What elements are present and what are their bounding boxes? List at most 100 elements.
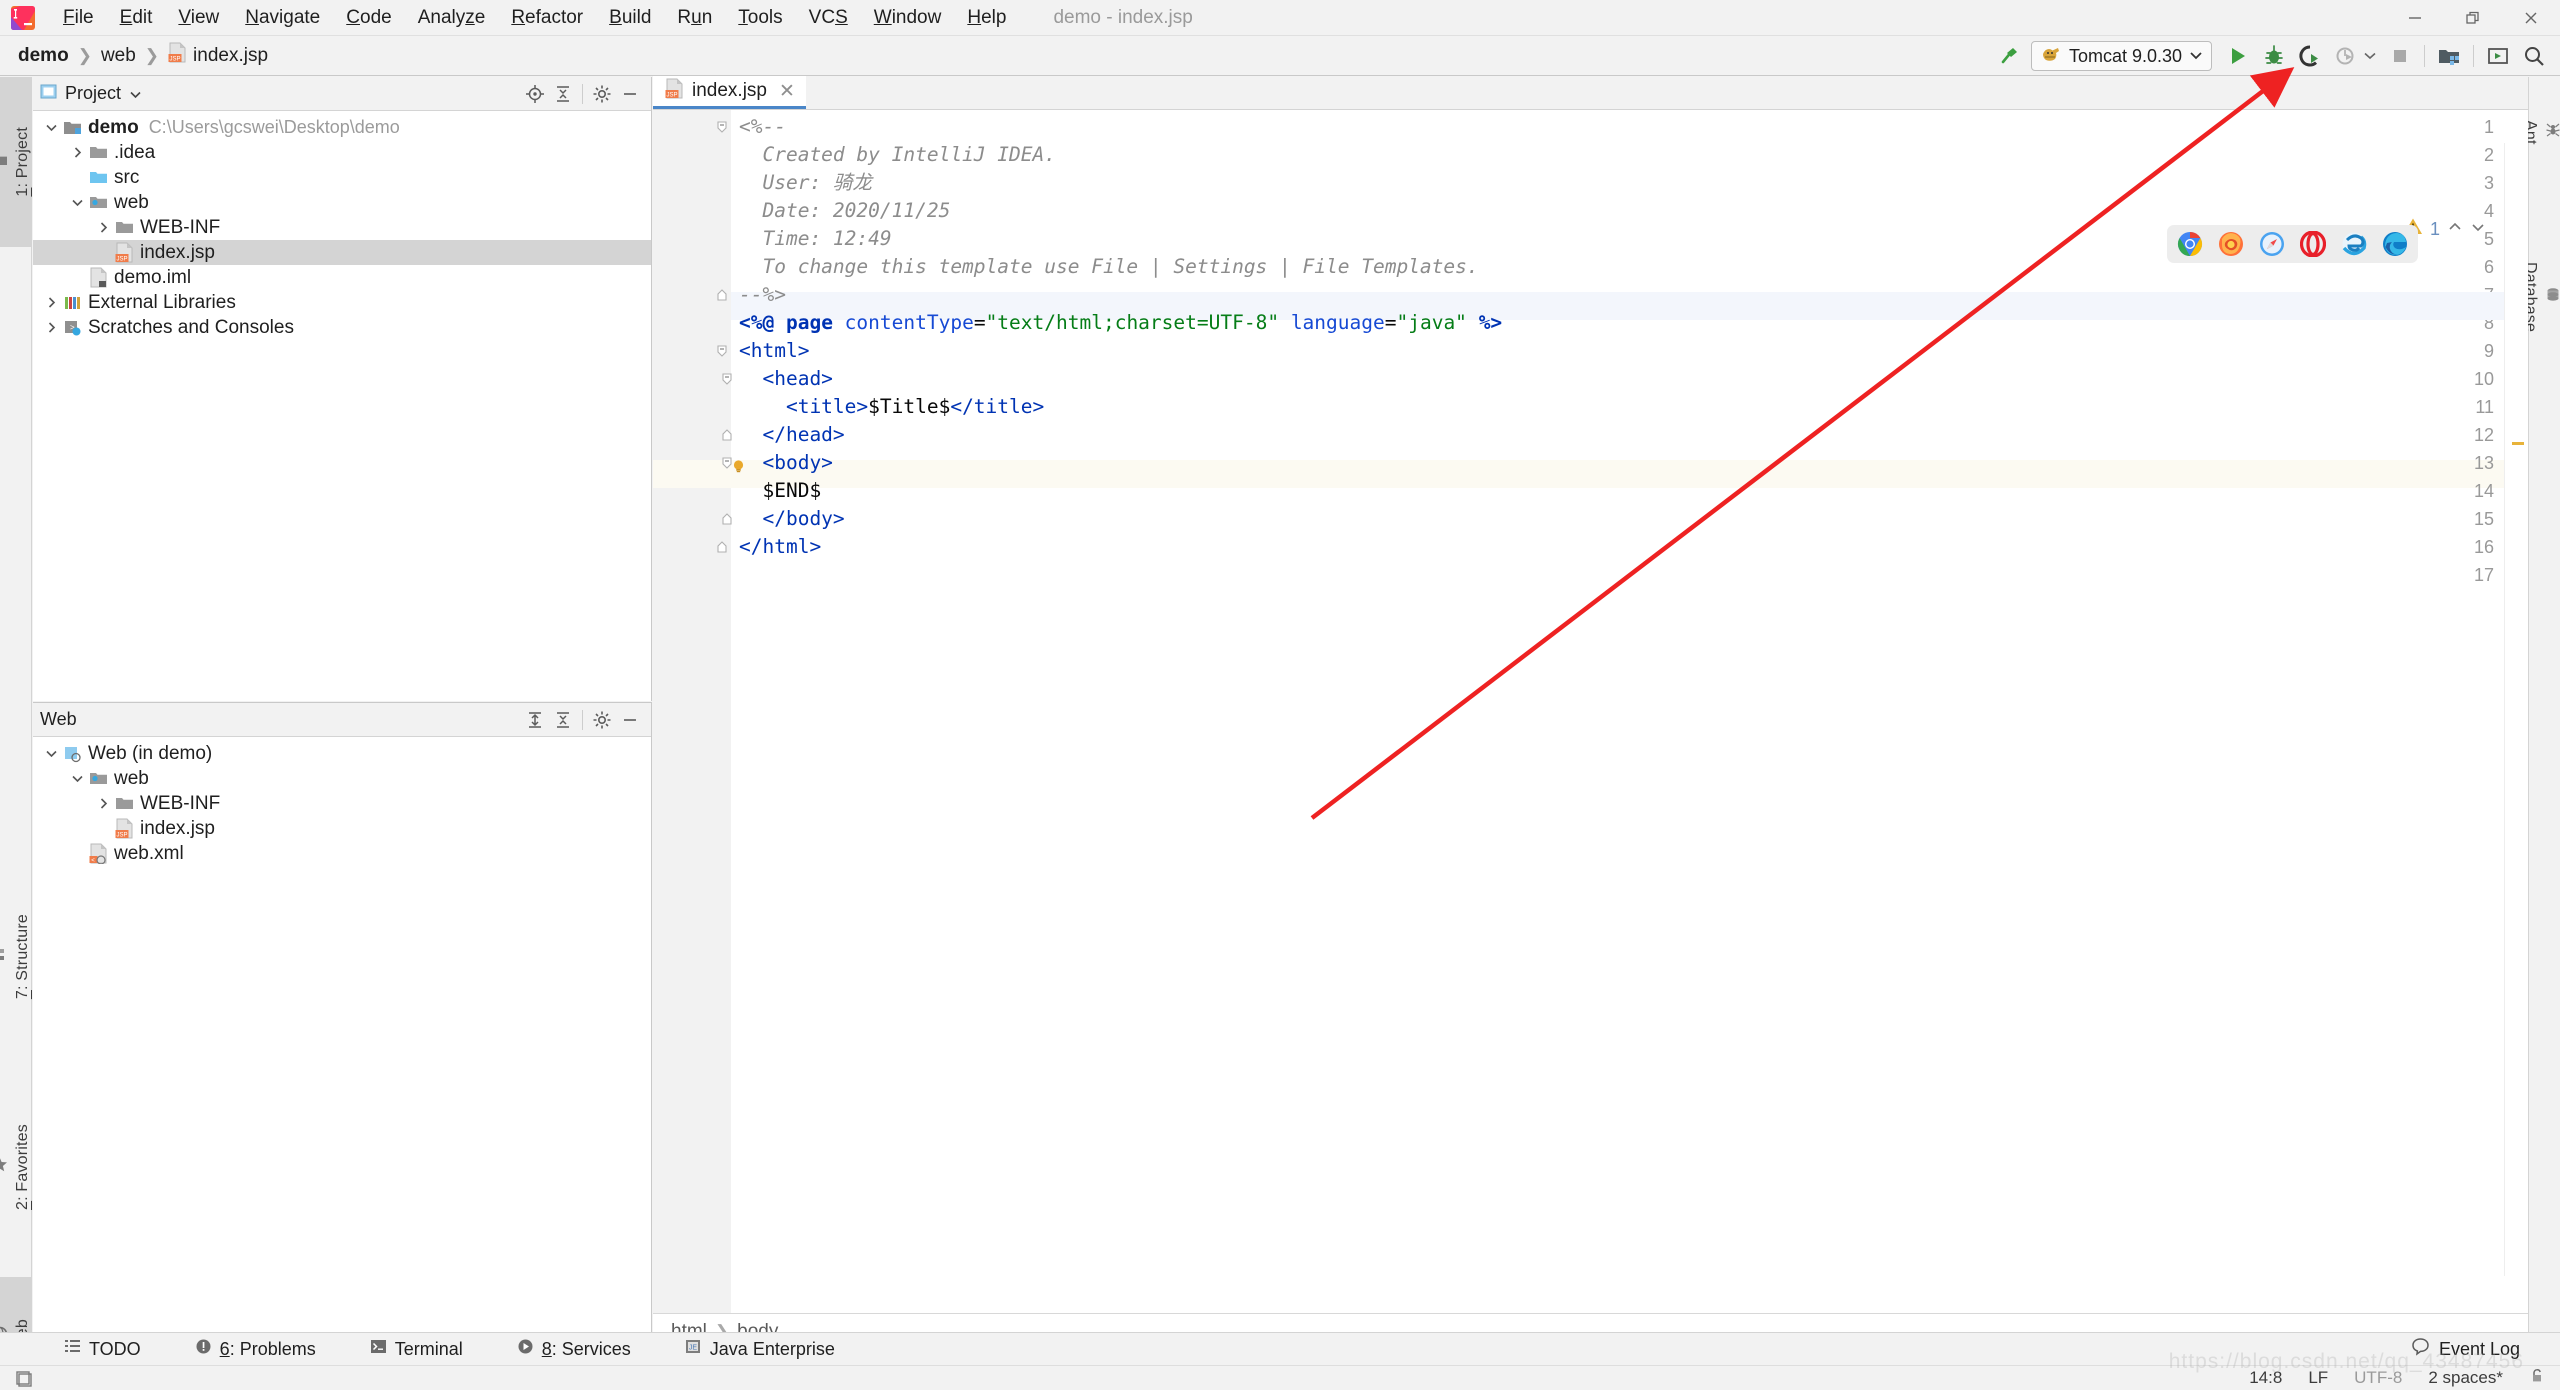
- menu-file[interactable]: FFileile: [50, 3, 107, 33]
- expand-all-button[interactable]: [521, 707, 549, 733]
- tree-row-web-inf[interactable]: WEB-INF: [33, 215, 651, 240]
- hide-panel-button[interactable]: [616, 81, 644, 107]
- profile-button[interactable]: [2328, 39, 2364, 73]
- safari-icon[interactable]: [2259, 231, 2285, 257]
- gear-icon[interactable]: [588, 81, 616, 107]
- chevron-down-icon[interactable]: [41, 749, 61, 758]
- tree-row-web-xml[interactable]: < web.xml: [33, 841, 651, 866]
- update-application-button[interactable]: [2431, 39, 2467, 73]
- chevron-down-icon[interactable]: [67, 198, 87, 207]
- tree-row-idea[interactable]: .idea: [33, 140, 651, 165]
- gear-icon[interactable]: [588, 707, 616, 733]
- tree-row-demo[interactable]: demo C:\Users\gcswei\Desktop\demo: [33, 115, 651, 140]
- tree-row-web-facet[interactable]: Web (in demo): [33, 741, 651, 766]
- run-button[interactable]: [2220, 39, 2256, 73]
- menu-edit[interactable]: Edit: [107, 3, 166, 33]
- sidebar-item-project[interactable]: 1: Project: [0, 77, 32, 247]
- tool-button-terminal[interactable]: Terminal: [356, 1334, 477, 1364]
- tree-row-demo-iml[interactable]: demo.iml: [33, 265, 651, 290]
- close-icon[interactable]: ✕: [779, 80, 795, 103]
- show-tool-windows-button[interactable]: [14, 1369, 33, 1388]
- sidebar-item-database[interactable]: Database: [2522, 207, 2560, 387]
- opera-icon[interactable]: [2299, 230, 2327, 258]
- tree-row-index-jsp[interactable]: JSP index.jsp: [33, 816, 651, 841]
- file-encoding[interactable]: UTF-8: [2354, 1368, 2402, 1388]
- stop-button[interactable]: [2382, 39, 2418, 73]
- sidebar-item-structure[interactable]: 7: Structure: [0, 857, 32, 1057]
- editor-error-stripe[interactable]: [2504, 143, 2528, 1276]
- menu-refactor[interactable]: Refactor: [498, 3, 596, 33]
- menu-code[interactable]: Code: [333, 3, 404, 33]
- tree-row-index-jsp[interactable]: JSP index.jsp: [33, 240, 651, 265]
- sidebar-item-favorites[interactable]: 2: Favorites: [0, 1067, 32, 1267]
- tree-row-scratches-and-consoles[interactable]: > Scratches and Consoles: [33, 315, 651, 340]
- tool-button-todo[interactable]: TODO: [50, 1334, 155, 1364]
- search-everywhere-button[interactable]: [2516, 39, 2552, 73]
- profile-dropdown-icon[interactable]: [2364, 47, 2376, 65]
- tool-button-java-enterprise[interactable]: JE Java Enterprise: [671, 1334, 849, 1364]
- menu-analyze[interactable]: Analyze: [405, 3, 499, 33]
- close-button[interactable]: [2502, 0, 2560, 36]
- chevron-down-icon[interactable]: [2470, 220, 2486, 238]
- warning-stripe-mark[interactable]: [2512, 442, 2524, 445]
- chevron-right-icon[interactable]: [67, 146, 87, 159]
- caret-position[interactable]: 14:8: [2249, 1368, 2282, 1388]
- code-line-9: <html>: [739, 339, 810, 362]
- chevron-up-icon[interactable]: [2447, 220, 2463, 238]
- collapse-all-button[interactable]: [549, 81, 577, 107]
- fold-end-icon[interactable]: [715, 540, 729, 554]
- tool-button-services[interactable]: 8: Services: [503, 1334, 645, 1364]
- run-configuration-selector[interactable]: Tomcat 9.0.30: [2030, 41, 2212, 71]
- menu-view[interactable]: View: [165, 3, 232, 33]
- menu-build[interactable]: Build: [596, 3, 664, 33]
- tree-row-external-libraries[interactable]: External Libraries: [33, 290, 651, 315]
- collapse-all-button[interactable]: [549, 707, 577, 733]
- menu-help[interactable]: Help: [954, 3, 1019, 33]
- open-in-browser-button[interactable]: [2480, 39, 2516, 73]
- tree-row-web[interactable]: web: [33, 190, 651, 215]
- run-with-coverage-button[interactable]: [2292, 39, 2328, 73]
- chevron-right-icon[interactable]: [41, 321, 61, 334]
- chevron-right-icon[interactable]: [41, 296, 61, 309]
- menu-tools[interactable]: Tools: [725, 3, 795, 33]
- indent-setting[interactable]: 2 spaces*: [2428, 1368, 2503, 1388]
- firefox-icon[interactable]: [2218, 231, 2244, 257]
- editor-tab-index-jsp[interactable]: JSP index.jsp ✕: [653, 76, 806, 109]
- chevron-down-icon[interactable]: [41, 123, 61, 132]
- scroll-from-source-button[interactable]: [521, 81, 549, 107]
- menu-window[interactable]: Window: [861, 3, 955, 33]
- menu-navigate[interactable]: Navigate: [232, 3, 333, 33]
- unlocked-icon[interactable]: [2529, 1367, 2546, 1389]
- fold-column[interactable]: [713, 110, 744, 1313]
- menu-run[interactable]: Run: [664, 3, 725, 33]
- breadcrumb-item-web[interactable]: web: [93, 42, 144, 70]
- debug-button[interactable]: [2256, 39, 2292, 73]
- fold-start-icon[interactable]: [715, 344, 729, 358]
- editor-body[interactable]: 1 2 3 4 5 6 7 8 9 10 11 12 13 14 15 16 1…: [653, 110, 2528, 1313]
- tree-label: demo: [88, 117, 139, 138]
- code-content[interactable]: <%-- Created by IntelliJ IDEA. User: 骑龙 …: [731, 110, 2528, 1313]
- tree-row-src[interactable]: src: [33, 165, 651, 190]
- project-panel-title[interactable]: Project: [40, 83, 142, 105]
- breadcrumb-item-project[interactable]: demo: [10, 42, 77, 70]
- fold-end-icon[interactable]: [715, 288, 729, 302]
- breadcrumb-item-file[interactable]: JSP index.jsp: [160, 39, 276, 72]
- chevron-down-icon[interactable]: [67, 774, 87, 783]
- chevron-right-icon[interactable]: [93, 221, 113, 234]
- event-log-button[interactable]: Event Log: [2411, 1337, 2520, 1361]
- line-separator[interactable]: LF: [2308, 1368, 2328, 1388]
- build-hammer-icon[interactable]: [1991, 39, 2027, 73]
- tree-row-web-folder[interactable]: web: [33, 766, 651, 791]
- edge-icon[interactable]: [2382, 231, 2408, 257]
- restore-button[interactable]: [2444, 0, 2502, 36]
- chrome-icon[interactable]: [2177, 231, 2203, 257]
- fold-start-icon[interactable]: [715, 120, 729, 134]
- tool-button-problems[interactable]: 6: Problems: [181, 1334, 330, 1364]
- chevron-right-icon[interactable]: [93, 797, 113, 810]
- hide-panel-button[interactable]: [616, 707, 644, 733]
- tree-row-web-inf[interactable]: WEB-INF: [33, 791, 651, 816]
- minimize-button[interactable]: [2386, 0, 2444, 36]
- menu-vcs[interactable]: VCS: [796, 3, 861, 33]
- sidebar-item-ant[interactable]: Ant: [2522, 77, 2560, 187]
- internet-explorer-icon[interactable]: [2341, 231, 2367, 257]
